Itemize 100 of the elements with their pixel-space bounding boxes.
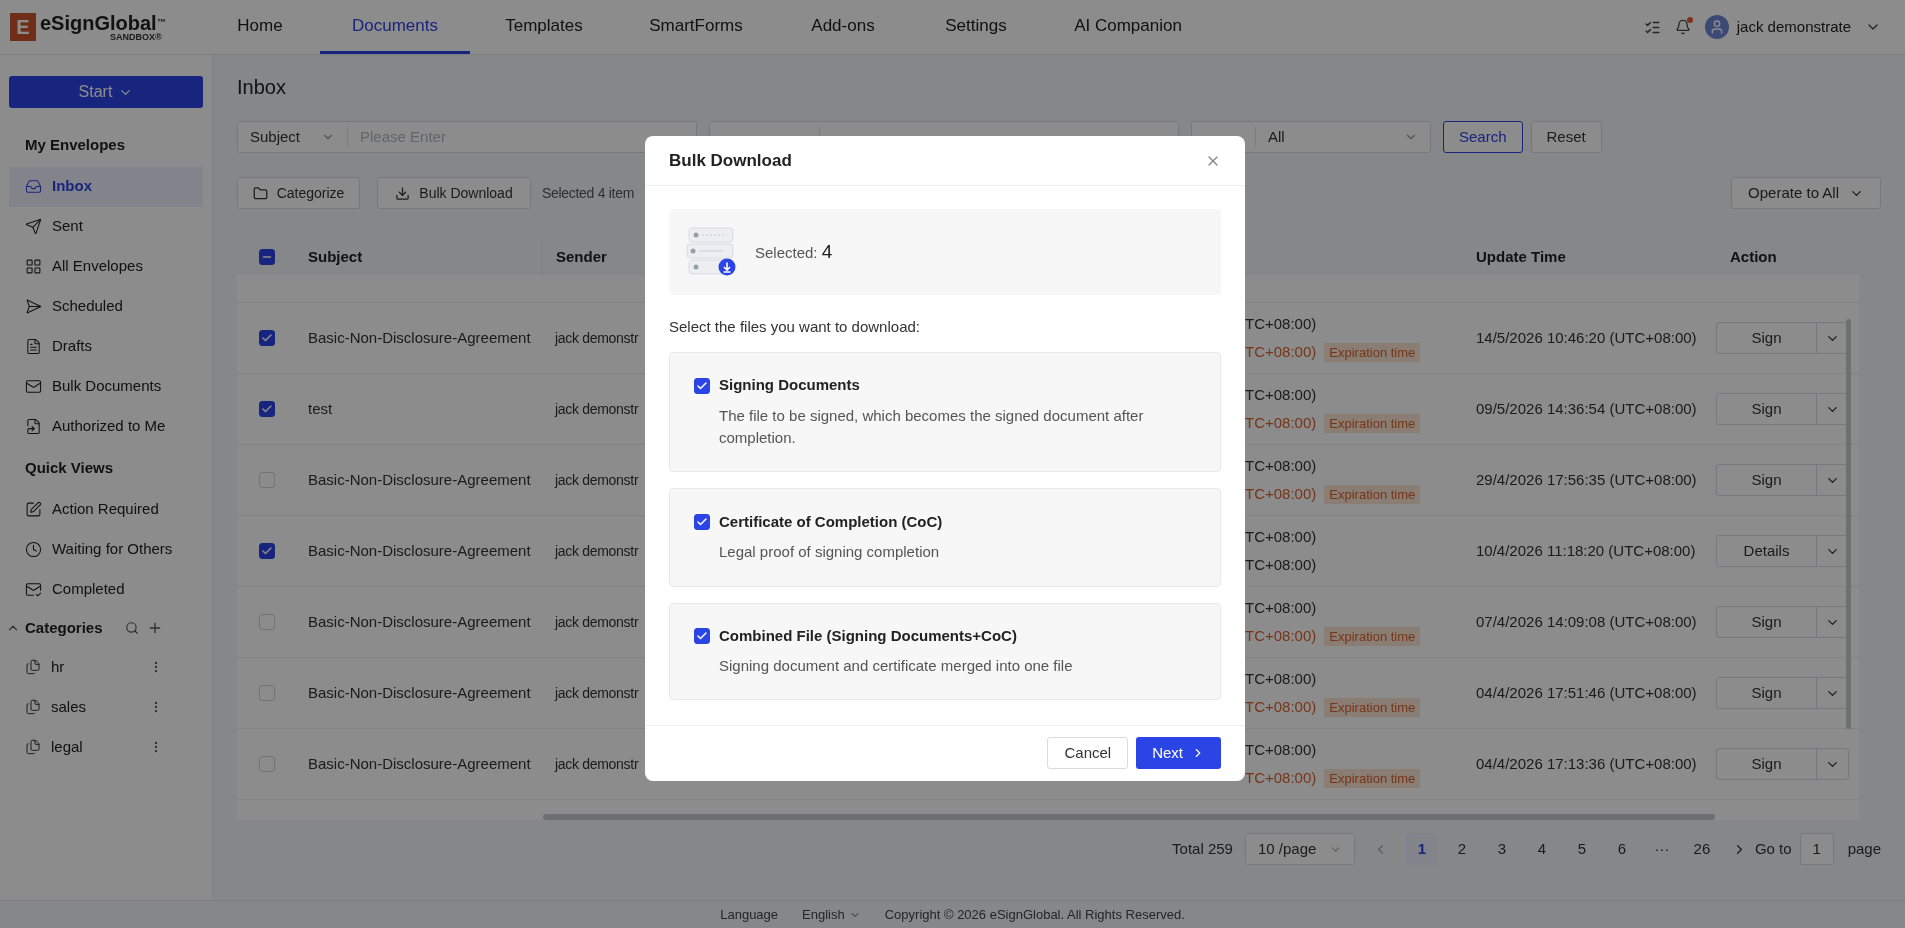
option-checkbox[interactable] [694, 514, 710, 530]
sidebar-item[interactable]: Action Required [9, 489, 203, 529]
expiration-tag: Expiration time [1324, 342, 1421, 362]
check-icon [696, 630, 708, 642]
sidebar-item[interactable]: Scheduled [9, 286, 203, 327]
row-checkbox[interactable] [259, 401, 275, 417]
action-split-button[interactable]: Sign [1716, 606, 1849, 638]
action-button[interactable]: Sign [1717, 749, 1816, 779]
table-cell-text: jack demonstr [553, 470, 640, 490]
categorize-button[interactable]: Categorize [237, 177, 360, 209]
table-cell-text: jack demonstr [553, 612, 640, 632]
page-button[interactable]: 4 [1525, 833, 1558, 865]
page-button[interactable]: ··· [1645, 833, 1678, 865]
vertical-scrollbar[interactable] [1846, 319, 1851, 729]
action-split-button[interactable]: Sign [1716, 464, 1849, 496]
add-icon[interactable] [147, 620, 163, 636]
operate-all-button[interactable]: Operate to All [1731, 177, 1881, 209]
action-split-button[interactable]: Details [1716, 535, 1849, 567]
table-cell-text: 04/4/2026 17:51:46 (UTC+08:00) [1476, 682, 1698, 703]
start-button[interactable]: Start [9, 76, 203, 108]
option-card[interactable]: Signing Documents The file to be signed, which becomes the signed document after completion. [669, 351, 1221, 472]
option-card[interactable]: Combined File (Signing Documents+CoC) Signing document and certificate merged into one file [669, 602, 1221, 700]
action-button[interactable]: Sign [1717, 394, 1816, 424]
table-cell-text: 29/4/2026 17:56:35 (UTC+08:00) [1476, 469, 1698, 490]
bulk-download-button[interactable]: Bulk Download [377, 177, 531, 209]
action-button[interactable]: Details [1717, 536, 1816, 566]
notification-button[interactable] [1674, 19, 1691, 35]
search-button[interactable]: Search [1443, 121, 1523, 153]
sidebar-item[interactable]: Bulk Documents [9, 366, 203, 407]
sidebar-item[interactable]: Drafts [9, 326, 203, 367]
action-split-button[interactable]: Sign [1716, 393, 1849, 425]
option-checkbox[interactable] [694, 377, 710, 394]
page-button[interactable]: 1 [1405, 833, 1438, 865]
section-title: My Envelopes [24, 135, 127, 155]
nav-tab[interactable]: Home [200, 0, 320, 54]
nav-tab[interactable]: Documents [320, 0, 470, 54]
table-cell-text: TC+08:00) [1245, 697, 1317, 717]
category-item[interactable]: hr [51, 655, 65, 679]
action-split-button[interactable]: Sign [1716, 322, 1849, 354]
table-cell-text: jack demonstr [553, 399, 640, 419]
action-split-button[interactable]: Sign [1716, 677, 1849, 709]
action-button[interactable]: Sign [1717, 323, 1816, 353]
action-button[interactable]: Sign [1717, 678, 1816, 708]
nav-tab[interactable]: AI Companion [1040, 0, 1216, 54]
language-select[interactable]: English [802, 904, 861, 925]
page-size-select[interactable]: 10 /page [1244, 833, 1355, 865]
page-button[interactable]: 6 [1605, 833, 1638, 865]
option-card[interactable]: Certificate of Completion (CoC) Legal proof of signing completion [669, 487, 1221, 587]
sidebar-item[interactable]: Completed [9, 569, 203, 609]
sidebar-item[interactable]: Authorized to Me [9, 406, 203, 447]
option-title: Combined File (Signing Documents+CoC) [719, 625, 1017, 646]
expiration-tag: Expiration time [1324, 768, 1421, 788]
action-button[interactable]: Sign [1717, 607, 1816, 637]
option-description: The file to be signed, which becomes the signed document after completion. [718, 405, 1145, 448]
envelope-icon [25, 378, 42, 395]
reset-button[interactable]: Reset [1530, 121, 1602, 153]
page-button[interactable]: 26 [1685, 833, 1718, 865]
page-button[interactable]: 2 [1445, 833, 1478, 865]
user-name[interactable]: jack demonstrate [1736, 15, 1851, 39]
sidebar-item[interactable]: Waiting for Others [9, 529, 203, 569]
table-cell-text: TC+08:00) [1245, 768, 1317, 788]
avatar[interactable] [1704, 15, 1729, 39]
search-icon[interactable] [125, 621, 139, 635]
page-button[interactable]: 5 [1565, 833, 1598, 865]
selection-count: Selected 4 item [542, 183, 634, 203]
page-button[interactable]: 3 [1485, 833, 1518, 865]
horizontal-scrollbar[interactable] [543, 814, 1715, 820]
table-cell-text: 10/4/2026 11:18:20 (UTC+08:00) [1476, 540, 1697, 561]
copyright-text: Copyright © 2026 eSignGlobal. All Rights Reserved. [884, 905, 1185, 924]
column-header: Subject [307, 246, 364, 267]
expiration-tag: Expiration time [1324, 413, 1421, 433]
sidebar-item[interactable]: Sent [9, 206, 203, 247]
action-split-button[interactable]: Sign [1716, 748, 1849, 780]
nav-tab[interactable]: Templates [470, 0, 618, 54]
action-button[interactable]: Sign [1717, 465, 1816, 495]
pen-note-icon [25, 500, 42, 518]
row-checkbox[interactable] [259, 543, 275, 559]
nav-tab[interactable]: SmartForms [618, 0, 774, 54]
category-item[interactable]: legal [51, 735, 83, 759]
option-description: Signing document and certificate merged into one file [718, 656, 1074, 677]
category-icon [25, 739, 41, 755]
category-item[interactable]: sales [51, 695, 87, 719]
nav-tab[interactable]: Settings [912, 0, 1040, 54]
cancel-button[interactable]: Cancel [1047, 737, 1129, 769]
next-button[interactable]: Next [1136, 737, 1221, 769]
row-checkbox[interactable] [259, 330, 275, 346]
table-cell-text: Basic-Non-Disclosure-Agreement [307, 540, 532, 561]
logo-mark: E [10, 13, 36, 41]
sidebar-item[interactable]: Inbox [9, 166, 203, 207]
table-cell-text: Basic-Non-Disclosure-Agreement [307, 682, 532, 703]
sidebar-item[interactable]: All Envelopes [9, 246, 203, 287]
option-checkbox[interactable] [694, 628, 710, 644]
option-title: Certificate of Completion (CoC) [719, 511, 943, 532]
field-select[interactable]: Subject [238, 125, 348, 149]
check-icon [696, 516, 708, 528]
select-all-checkbox[interactable] [259, 249, 275, 265]
column-header: Action [1729, 246, 1778, 267]
nav-tab[interactable]: Add-ons [774, 0, 912, 54]
goto-field[interactable]: 1 [1799, 833, 1834, 865]
section-title: Quick Views [24, 457, 115, 478]
